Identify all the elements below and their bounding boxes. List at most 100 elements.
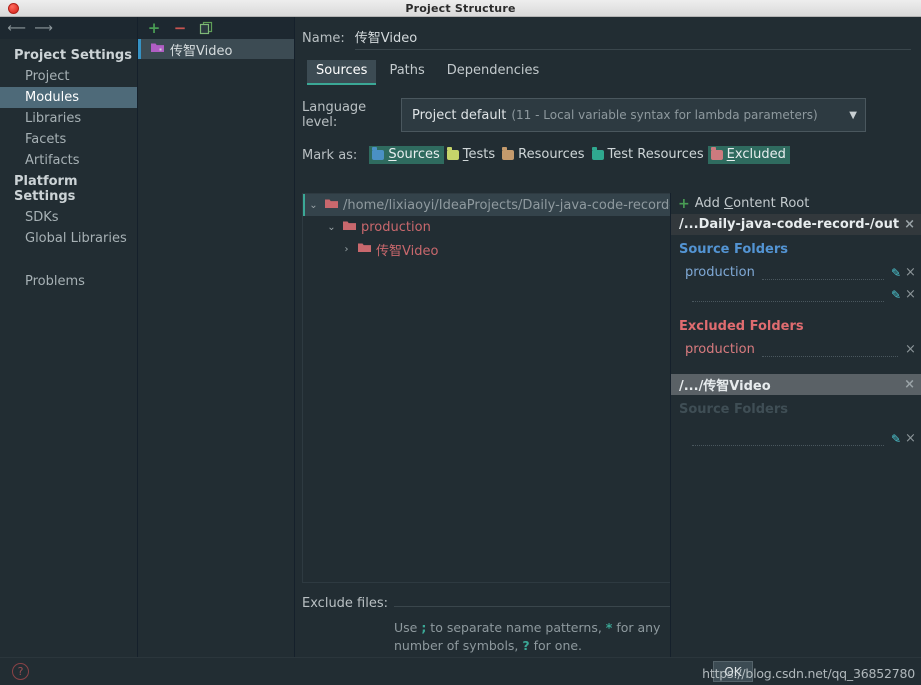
- folder-icon: [358, 242, 371, 257]
- dialog-footer: ? OK https://blog.csdn.net/qq_36852780: [0, 657, 921, 685]
- help-icon[interactable]: ?: [12, 663, 29, 680]
- sidebar-item-sdks[interactable]: SDKs: [0, 207, 137, 228]
- pencil-icon[interactable]: ✎: [891, 288, 901, 302]
- tab-dependencies[interactable]: Dependencies: [438, 60, 549, 85]
- excluded-folder-row[interactable]: production ×: [671, 336, 921, 358]
- window-title: Project Structure: [405, 1, 516, 15]
- sidebar-item-facets[interactable]: Facets: [0, 129, 137, 150]
- content-root-title: /...Daily-java-code-record-/out: [679, 217, 900, 232]
- excluded-folder-name: production: [685, 342, 755, 357]
- hint-part-4: for one.: [529, 638, 583, 653]
- mark-as-sources[interactable]: Sources: [369, 146, 444, 164]
- mark-as-tests[interactable]: Tests: [444, 146, 499, 164]
- sidebar-list: Project Settings Project Modules Librari…: [0, 39, 137, 292]
- modules-column: + − 传智Video: [138, 17, 295, 657]
- folder-icon: [325, 198, 338, 213]
- excluded-folder-icon: [710, 146, 723, 160]
- copy-icon[interactable]: [198, 20, 214, 36]
- test-resources-folder-icon: [591, 146, 604, 160]
- mark-test-resources-label: Test Resources: [607, 147, 704, 162]
- exclude-files-hint: Use ; to separate name patterns, * for a…: [394, 619, 664, 655]
- module-folder-icon: [151, 42, 164, 57]
- mark-as-excluded[interactable]: Excluded: [707, 146, 790, 164]
- tree-node-label: /home/lixiaoyi/IdeaProjects/Daily-java-c…: [343, 197, 700, 213]
- sidebar-nav-bar: ⟵ ⟶: [0, 17, 137, 39]
- row-dotted-line: [761, 343, 898, 357]
- arrow-right-icon[interactable]: ⟶: [34, 22, 53, 35]
- add-content-root-rest: ontent Root: [733, 196, 810, 211]
- add-content-root-button[interactable]: + Add Content Root: [671, 193, 921, 214]
- tree-node-label: 传智Video: [376, 243, 439, 259]
- chevron-down-icon[interactable]: ⌄: [307, 200, 320, 211]
- row-dotted-line: [761, 266, 884, 280]
- hint-part-1: Use: [394, 620, 422, 635]
- tab-paths[interactable]: Paths: [380, 60, 433, 85]
- exclude-files-label: Exclude files:: [302, 596, 389, 611]
- tree-node-label: production: [361, 219, 431, 235]
- hint-question: ?: [522, 638, 530, 653]
- language-level-label: Language level:: [302, 100, 367, 130]
- row-dotted-line: [692, 288, 884, 302]
- source-folder-row[interactable]: production ✎ ×: [671, 259, 921, 281]
- source-folder-row[interactable]: ✎ ×: [671, 281, 921, 303]
- window-title-bar: Project Structure: [0, 0, 921, 17]
- content-root-header[interactable]: /...Daily-java-code-record-/out ×: [671, 214, 921, 235]
- content-root-title: /.../传智Video: [679, 379, 771, 394]
- module-name-label: 传智Video: [170, 43, 233, 59]
- remove-folder-button[interactable]: ×: [905, 431, 916, 446]
- close-icon[interactable]: ×: [904, 217, 915, 232]
- tab-sources[interactable]: Sources: [307, 60, 377, 85]
- sidebar-group-platform-settings: Platform Settings: [14, 174, 78, 204]
- module-list-item[interactable]: 传智Video: [138, 39, 294, 59]
- language-level-value: Project default: [412, 107, 507, 123]
- mark-as-test-resources[interactable]: Test Resources: [589, 146, 708, 164]
- sidebar-item-modules[interactable]: Modules: [0, 87, 137, 108]
- source-folders-title: Source Folders: [679, 402, 789, 417]
- plus-icon: +: [678, 195, 690, 212]
- sidebar-item-project[interactable]: Project: [0, 66, 137, 87]
- pencil-icon[interactable]: ✎: [891, 432, 901, 446]
- resources-folder-icon: [502, 146, 515, 160]
- language-level-select[interactable]: Project default (11 - Local variable syn…: [401, 98, 866, 132]
- mark-tests-rest: ests: [468, 147, 496, 162]
- watermark-text: https://blog.csdn.net/qq_36852780: [702, 666, 915, 681]
- chevron-down-icon[interactable]: ⌄: [325, 222, 338, 233]
- mark-sources-rest: ources: [396, 147, 440, 162]
- sidebar-item-global-libraries[interactable]: Global Libraries: [0, 228, 137, 249]
- mark-as-row: Mark as: Sources Tests Resources Test Re…: [295, 132, 921, 164]
- source-folder-row[interactable]: ✎ ×: [671, 419, 921, 447]
- remove-module-button[interactable]: −: [172, 20, 188, 36]
- mark-as-resources[interactable]: Resources: [499, 146, 588, 164]
- sources-folder-icon: [372, 146, 385, 160]
- module-name-row: Name: 传智Video: [295, 17, 921, 50]
- close-icon[interactable]: ×: [904, 377, 915, 392]
- remove-folder-button[interactable]: ×: [905, 265, 916, 280]
- sidebar-item-problems[interactable]: Problems: [0, 271, 137, 292]
- name-label: Name:: [302, 31, 345, 46]
- chevron-down-icon: ▼: [849, 109, 857, 121]
- tests-folder-icon: [446, 146, 459, 160]
- close-icon[interactable]: [8, 3, 19, 14]
- hint-part-2: to separate name patterns,: [426, 620, 606, 635]
- sidebar-item-libraries[interactable]: Libraries: [0, 108, 137, 129]
- modules-toolbar: + −: [138, 17, 294, 39]
- content-root-header[interactable]: /.../传智Video ×: [671, 374, 921, 395]
- sidebar-item-artifacts[interactable]: Artifacts: [0, 150, 137, 171]
- source-folders-title: Source Folders: [679, 242, 789, 257]
- name-field[interactable]: 传智Video: [354, 27, 911, 50]
- add-module-button[interactable]: +: [146, 20, 162, 36]
- remove-folder-button[interactable]: ×: [905, 287, 916, 302]
- arrow-left-icon[interactable]: ⟵: [7, 22, 26, 35]
- folder-icon: [343, 220, 356, 235]
- workspace: ⟵ ⟶ Project Settings Project Modules Lib…: [0, 17, 921, 657]
- sidebar-group-project-settings: Project Settings: [14, 48, 132, 63]
- chevron-right-icon[interactable]: ›: [340, 244, 353, 255]
- remove-folder-button[interactable]: ×: [905, 342, 916, 357]
- pencil-icon[interactable]: ✎: [891, 266, 901, 280]
- language-level-row: Language level: Project default (11 - Lo…: [295, 85, 921, 132]
- mark-as-label: Mark as:: [302, 147, 358, 163]
- editor-tabs: Sources Paths Dependencies: [295, 50, 921, 85]
- row-dotted-line: [692, 432, 884, 446]
- language-level-detail: (11 - Local variable syntax for lambda p…: [511, 108, 818, 122]
- excluded-folders-title: Excluded Folders: [679, 319, 804, 334]
